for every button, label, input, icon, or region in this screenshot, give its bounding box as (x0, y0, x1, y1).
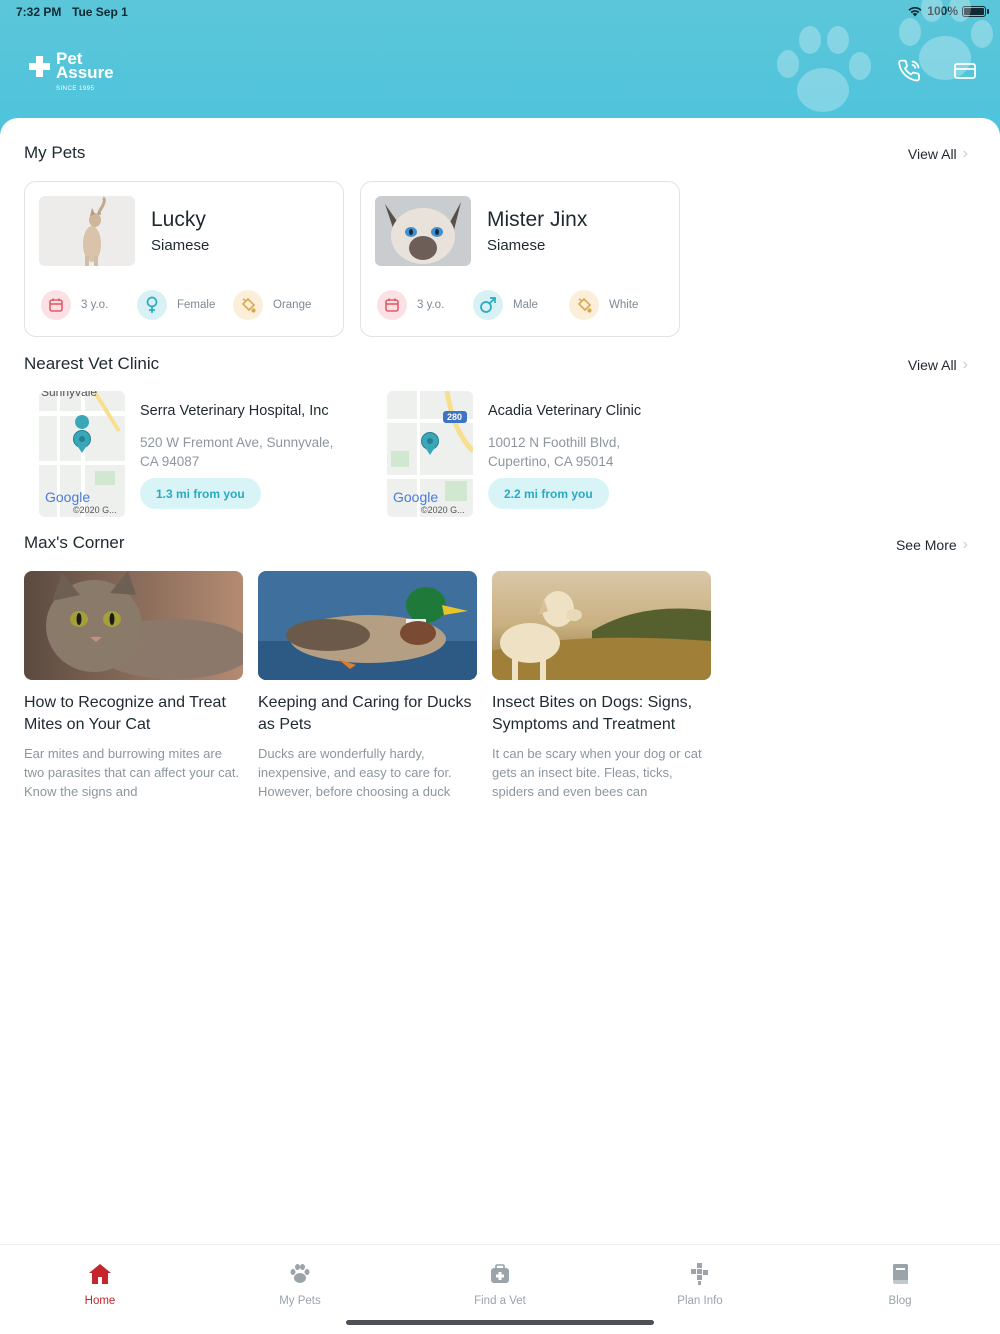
clinic-address: 520 W Fremont Ave, Sunnyvale, CA 94087 (140, 433, 350, 471)
tab-label: Find a Vet (474, 1295, 526, 1307)
female-icon (137, 290, 167, 320)
clinic-address-line: Cupertino, CA 95014 (488, 454, 614, 469)
call-button[interactable] (895, 56, 925, 86)
pet-color-label: White (609, 299, 639, 311)
credit-card-icon (954, 63, 976, 79)
tab-plan-info[interactable]: Plan Info (640, 1259, 760, 1307)
article-image (492, 571, 711, 680)
status-time: 7:32 PM (16, 5, 62, 19)
article-image (24, 571, 243, 680)
pet-card-lucky[interactable]: Lucky Siamese 3 y.o. Female Orange (24, 181, 344, 337)
clinic-address-line: 10012 N Foothill Blvd, (488, 435, 621, 450)
pet-name: Mister Jinx (487, 208, 588, 231)
medical-kit-icon (440, 1259, 560, 1289)
nearest-vet-title: Nearest Vet Clinic (24, 354, 160, 373)
my-pets-view-all[interactable]: View All › (908, 145, 968, 163)
calendar-icon (41, 290, 71, 320)
article-card[interactable]: Keeping and Caring for Ducks as Pets Duc… (258, 571, 477, 801)
pet-color: Orange (233, 290, 311, 320)
clinic-map[interactable]: 280 Google ©2020 G... (387, 391, 473, 517)
chevron-right-icon: › (962, 356, 968, 373)
tab-label: Home (84, 1295, 116, 1307)
pet-breed: Siamese (151, 237, 210, 254)
chevron-right-icon: › (962, 145, 968, 162)
phone-icon (898, 59, 920, 82)
tab-label: Blog (888, 1295, 912, 1307)
pet-assure-logo: Pet Assure SINCE 1995 (26, 50, 114, 96)
paw-icon (240, 1259, 360, 1289)
pet-age: 3 y.o. (41, 290, 108, 320)
tab-home[interactable]: Home (40, 1259, 160, 1307)
paint-bucket-icon (569, 290, 599, 320)
pet-color: White (569, 290, 638, 320)
pet-sex-label: Male (513, 299, 538, 311)
home-indicator (346, 1320, 654, 1325)
article-card[interactable]: How to Recognize and Treat Mites on Your… (24, 571, 243, 801)
logo-line-2: Assure (56, 63, 114, 82)
pet-age: 3 y.o. (377, 290, 444, 320)
pet-sex: Male (473, 290, 538, 320)
logo-tagline: SINCE 1995 (56, 86, 95, 92)
see-more-label: See More (895, 537, 957, 553)
logo-cross-icon (29, 56, 50, 77)
article-title: Keeping and Caring for Ducks as Pets (258, 694, 472, 733)
clinic-name[interactable]: Serra Veterinary Hospital, Inc (140, 403, 329, 419)
book-icon (840, 1259, 960, 1289)
pet-photo (39, 196, 135, 266)
map-copyright: ©2020 G... (421, 505, 465, 515)
article-title: How to Recognize and Treat Mites on Your… (24, 694, 226, 733)
tab-find-a-vet[interactable]: Find a Vet (440, 1259, 560, 1307)
plan-cross-icon (640, 1259, 760, 1289)
clinic-name[interactable]: Acadia Veterinary Clinic (488, 403, 641, 419)
distance-badge: 2.2 mi from you (488, 478, 609, 509)
pet-sex-label: Female (177, 299, 216, 311)
status-bar: 7:32 PM Tue Sep 1 100% (0, 0, 1000, 24)
map-copyright: ©2020 G... (73, 505, 117, 515)
google-logo: Google (393, 489, 439, 505)
pet-photo (375, 196, 471, 266)
article-excerpt: Ear mites and burrowing mites are two pa… (24, 746, 240, 799)
tab-my-pets[interactable]: My Pets (240, 1259, 360, 1307)
article-title: Insect Bites on Dogs: Signs, Symptoms an… (492, 694, 693, 733)
article-excerpt: It can be scary when your dog or cat get… (492, 746, 702, 799)
distance-badge: 1.3 mi from you (140, 478, 261, 509)
paw-decoration-icon (777, 26, 871, 112)
my-pets-title: My Pets (24, 143, 86, 162)
pet-color-label: Orange (273, 299, 312, 311)
clinics-view-all[interactable]: View All › (908, 356, 968, 374)
tab-label: My Pets (279, 1295, 321, 1307)
maxs-corner-see-more[interactable]: See More › (896, 536, 968, 554)
tab-label: Plan Info (677, 1295, 723, 1307)
paint-bucket-icon (233, 290, 263, 320)
article-card[interactable]: Insect Bites on Dogs: Signs, Symptoms an… (492, 571, 711, 801)
calendar-icon (377, 290, 407, 320)
pet-name: Lucky (151, 208, 206, 231)
clinic-address-line: CA 94087 (140, 454, 200, 469)
clinic-map[interactable]: Sunnyvale Google ©2020 G... (39, 391, 125, 517)
maxs-corner-title: Max's Corner (24, 533, 125, 552)
pet-card-mister-jinx[interactable]: Mister Jinx Siamese 3 y.o. Male White (360, 181, 680, 337)
clinic-address: 10012 N Foothill Blvd, Cupertino, CA 950… (488, 433, 698, 471)
map-place-label: Sunnyvale (41, 391, 98, 399)
highway-label: 280 (447, 412, 463, 422)
google-logo: Google (45, 489, 91, 505)
article-excerpt: Ducks are wonderfully hardy, inexpensive… (258, 746, 452, 799)
tab-blog[interactable]: Blog (840, 1259, 960, 1307)
view-all-label: View All (907, 357, 957, 373)
home-icon (40, 1259, 160, 1289)
view-all-label: View All (907, 146, 957, 162)
male-icon (473, 290, 503, 320)
article-image (258, 571, 477, 680)
pet-age-label: 3 y.o. (81, 299, 109, 311)
chevron-right-icon: › (962, 536, 968, 553)
pet-breed: Siamese (487, 237, 546, 254)
clinic-address-line: 520 W Fremont Ave, Sunnyvale, (140, 435, 334, 450)
status-date: Tue Sep 1 (72, 5, 128, 19)
pet-age-label: 3 y.o. (417, 299, 445, 311)
card-button[interactable] (950, 56, 980, 86)
pet-sex: Female (137, 290, 215, 320)
